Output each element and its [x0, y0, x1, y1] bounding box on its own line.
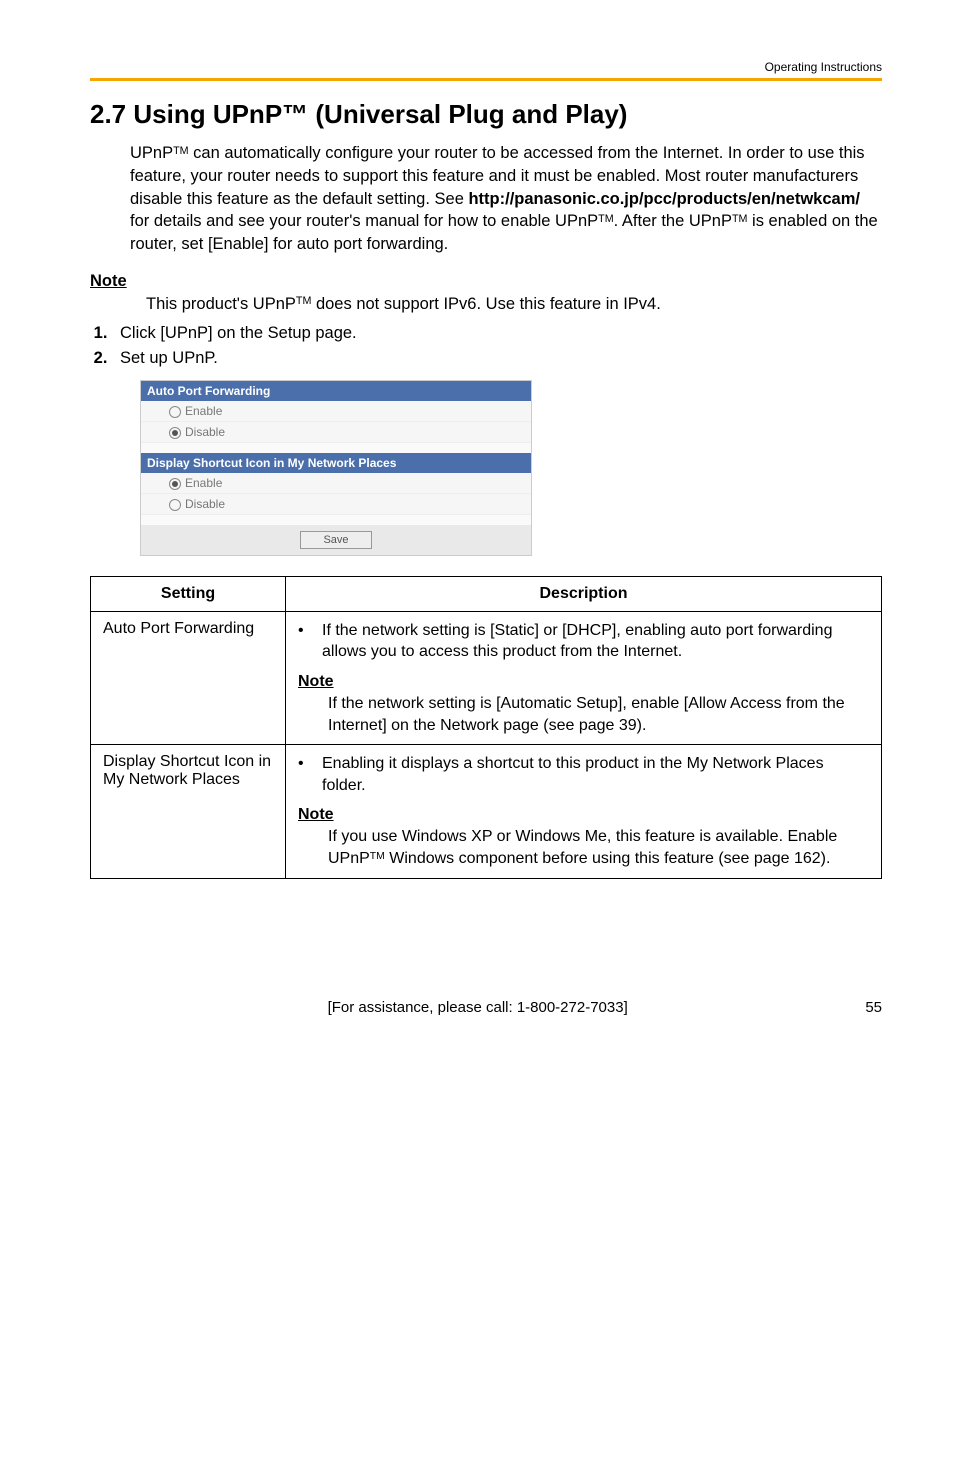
section-title: 2.7 Using UPnP™ (Universal Plug and Play…: [90, 99, 882, 130]
bullet-dot: •: [298, 620, 322, 663]
intro-text-a: UPnP: [130, 144, 173, 162]
panel1-disable-row[interactable]: Disable: [141, 422, 531, 443]
tm-mark: TM: [598, 213, 613, 225]
table-header-row: Setting Description: [91, 576, 882, 611]
row2-desc-cell: • Enabling it displays a shortcut to thi…: [286, 745, 882, 878]
th-setting: Setting: [91, 576, 286, 611]
tm-mark: TM: [370, 851, 385, 862]
radio-icon: [169, 478, 181, 490]
radio-icon: [169, 499, 181, 511]
save-button[interactable]: Save: [300, 531, 371, 549]
th-description: Description: [286, 576, 882, 611]
step-2: Set up UPnP.: [112, 349, 882, 368]
settings-table: Setting Description Auto Port Forwarding…: [90, 576, 882, 879]
note-text-a: This product's UPnP: [146, 295, 296, 313]
row2-note-text-b: Windows component before using this feat…: [385, 850, 831, 867]
row1-bullet-text: If the network setting is [Static] or [D…: [322, 620, 869, 663]
row2-bullet: • Enabling it displays a shortcut to thi…: [298, 753, 869, 796]
panel1-header: Auto Port Forwarding: [141, 381, 531, 401]
panel1-disable-label: Disable: [185, 425, 225, 439]
panel2-disable-row[interactable]: Disable: [141, 494, 531, 515]
row1-note-heading: Note: [298, 673, 869, 691]
bullet-dot: •: [298, 753, 322, 796]
panel2-enable-label: Enable: [185, 476, 222, 490]
table-row: Auto Port Forwarding • If the network se…: [91, 611, 882, 744]
page-footer: [For assistance, please call: 1-800-272-…: [90, 999, 882, 1016]
intro-text-c: for details and see your router's manual…: [130, 212, 598, 230]
row1-setting-cell: Auto Port Forwarding: [91, 611, 286, 744]
row2-note-body: If you use Windows XP or Windows Me, thi…: [328, 826, 869, 869]
radio-icon: [169, 427, 181, 439]
tm-mark: TM: [173, 145, 188, 157]
footer-assist: [For assistance, please call: 1-800-272-…: [328, 999, 628, 1016]
row2-note-heading: Note: [298, 806, 869, 824]
intro-paragraph: UPnPTM can automatically configure your …: [130, 142, 882, 256]
row2-bullet-text: Enabling it displays a shortcut to this …: [322, 753, 869, 796]
row2-setting-cell: Display Shortcut Icon in My Network Plac…: [91, 745, 286, 878]
radio-icon: [169, 406, 181, 418]
embedded-ui-screenshot: Auto Port Forwarding Enable Disable Disp…: [140, 380, 532, 556]
header-rule: [90, 78, 882, 81]
header-doc-title: Operating Instructions: [90, 60, 882, 74]
intro-text-d: . After the UPnP: [614, 212, 732, 230]
save-row: Save: [141, 525, 531, 555]
row1-desc-cell: • If the network setting is [Static] or …: [286, 611, 882, 744]
panel1-enable-label: Enable: [185, 404, 222, 418]
table-row: Display Shortcut Icon in My Network Plac…: [91, 745, 882, 878]
panel2-disable-label: Disable: [185, 497, 225, 511]
footer-page-number: 55: [865, 999, 882, 1016]
note-heading: Note: [90, 272, 882, 291]
steps-list: Click [UPnP] on the Setup page. Set up U…: [90, 324, 882, 368]
tm-mark: TM: [732, 213, 747, 225]
note-body: This product's UPnPTM does not support I…: [146, 295, 882, 314]
panel2-header: Display Shortcut Icon in My Network Plac…: [141, 453, 531, 473]
note-text-b: does not support IPv6. Use this feature …: [311, 295, 660, 313]
intro-link: http://panasonic.co.jp/pcc/products/en/n…: [468, 190, 859, 208]
panel-spacer: [141, 515, 531, 525]
panel2-enable-row[interactable]: Enable: [141, 473, 531, 494]
row1-bullet: • If the network setting is [Static] or …: [298, 620, 869, 663]
panel-spacer: [141, 443, 531, 453]
step-1: Click [UPnP] on the Setup page.: [112, 324, 882, 343]
row1-note-body: If the network setting is [Automatic Set…: [328, 693, 869, 736]
panel1-enable-row[interactable]: Enable: [141, 401, 531, 422]
tm-mark: TM: [296, 295, 311, 307]
